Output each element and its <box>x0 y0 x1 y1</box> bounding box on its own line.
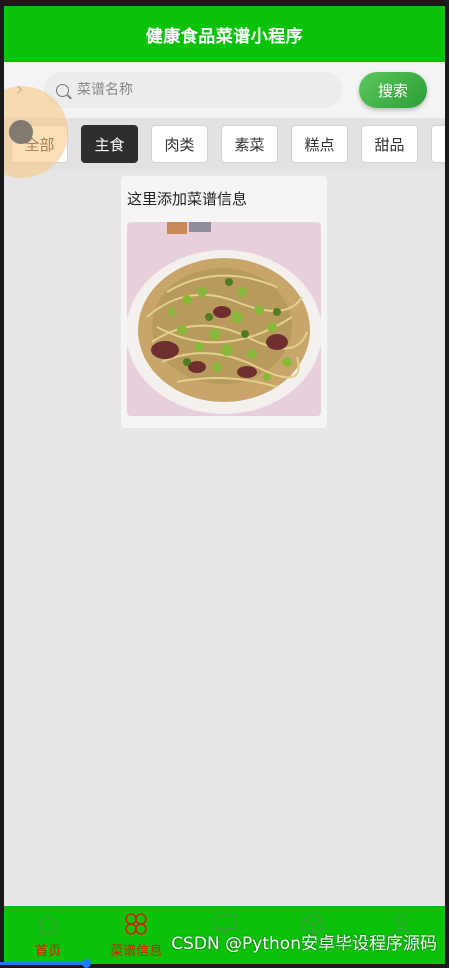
clover-icon <box>125 913 148 935</box>
food-photo <box>127 222 321 416</box>
category-tabs: 全部 主食 肉类 素菜 糕点 甜品 <box>4 118 445 170</box>
recipe-title: 这里添加菜谱信息 <box>127 190 248 208</box>
tab-staple[interactable]: 主食 <box>81 125 138 163</box>
tab-all[interactable]: 全部 <box>11 125 68 163</box>
search-button[interactable]: 搜索 <box>359 72 427 108</box>
chevron-right-icon[interactable]: › <box>16 79 23 100</box>
phone-screen: 健康食品菜谱小程序 › 搜索 全部 主食 肉类 素菜 糕点 甜品 这里添加菜谱信… <box>4 6 445 964</box>
home-icon <box>37 913 59 934</box>
tab-vegetable[interactable]: 素菜 <box>221 125 278 163</box>
search-icon <box>56 83 69 97</box>
navigation-bar: 健康食品菜谱小程序 <box>4 6 445 62</box>
recipe-card[interactable]: 这里添加菜谱信息 <box>121 176 327 428</box>
tabbar-label-recipes: 菜谱信息 <box>110 944 163 959</box>
search-row: › 搜索 <box>4 62 445 118</box>
tabbar-label-home: 首页 <box>35 944 62 959</box>
tab-pastry[interactable]: 糕点 <box>291 125 348 163</box>
watermark: CSDN @Python安卓毕设程序源码 <box>171 934 437 954</box>
tabbar-item-home[interactable]: 首页 <box>4 906 92 964</box>
app-title: 健康食品菜谱小程序 <box>145 26 304 47</box>
tab-more[interactable] <box>431 125 445 163</box>
progress-handle <box>82 959 91 968</box>
recipe-image[interactable] <box>127 222 321 416</box>
search-box[interactable] <box>44 72 342 108</box>
tab-meat[interactable]: 肉类 <box>151 125 208 163</box>
progress-bar <box>0 962 90 965</box>
tabbar-item-recipes[interactable]: 菜谱信息 <box>92 906 180 964</box>
tab-dessert[interactable]: 甜品 <box>361 125 418 163</box>
search-input[interactable] <box>77 82 317 98</box>
